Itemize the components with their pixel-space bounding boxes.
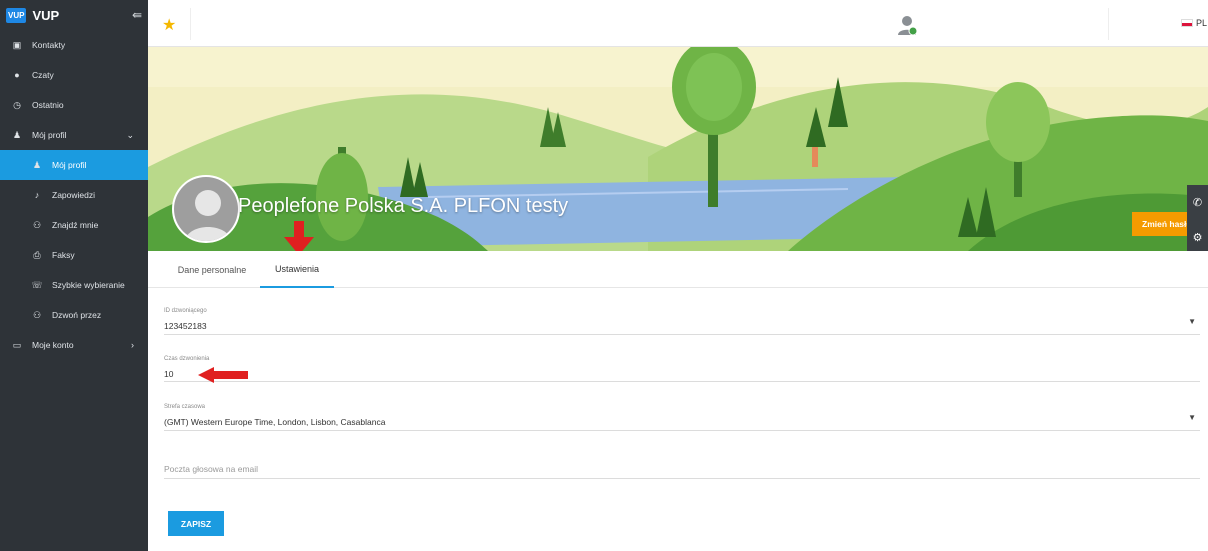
- caret-down-icon: ▼: [1188, 413, 1196, 422]
- chevron-down-icon: ⌄: [126, 129, 134, 140]
- sidebar-item-label: Szybkie wybieranie: [52, 280, 125, 290]
- call-through-icon: ⚇: [32, 309, 42, 320]
- sidebar-item-my-profile[interactable]: ♟ Mój profil: [0, 150, 148, 180]
- ring-time-field[interactable]: Czas dzwonienia 10: [164, 356, 1200, 382]
- tab-personal-data[interactable]: Dane personalne: [164, 251, 260, 288]
- field-value: 123452183: [164, 321, 207, 331]
- sidebar-item-call-through[interactable]: ⚇ Dzwoń przez: [0, 300, 148, 330]
- gear-icon[interactable]: ⚙: [1193, 231, 1203, 244]
- fax-icon: ⎙: [33, 249, 41, 260]
- divider: [190, 8, 191, 40]
- user-icon: ♟: [32, 159, 42, 170]
- caller-id-select[interactable]: ID dzwoniącego 123452183 ▼: [164, 308, 1200, 335]
- field-label: Czas dzwonienia: [164, 356, 210, 362]
- sidebar-item-label: Dzwoń przez: [52, 310, 102, 320]
- sidebar-item-contacts[interactable]: ▣ Kontakty: [0, 30, 148, 60]
- speed-dial-icon: ☏: [31, 279, 43, 290]
- voicemail-email-input[interactable]: Poczta głosowa na email: [164, 464, 1200, 479]
- sidebar-item-faxes[interactable]: ⎙ Faksy: [0, 240, 148, 270]
- field-label: ID dzwoniącego: [164, 308, 207, 314]
- star-icon[interactable]: ★: [162, 15, 176, 35]
- divider: [1108, 8, 1109, 40]
- account-icon: ▭: [12, 339, 22, 350]
- sidebar-item-label: Mój profil: [52, 160, 87, 170]
- timezone-select[interactable]: Strefa czasowa (GMT) Western Europe Time…: [164, 404, 1200, 431]
- chevron-right-icon: ›: [131, 340, 134, 350]
- sidebar-item-label: Ostatnio: [32, 100, 64, 110]
- side-toolbar: ✆ ⚙: [1187, 185, 1208, 255]
- annotation-arrow-down: [284, 221, 314, 251]
- profile-name: Peoplefone Polska S.A. PLFON testy: [238, 195, 569, 217]
- caret-down-icon: ▼: [1188, 317, 1196, 326]
- top-bar: ★ PL: [148, 0, 1208, 47]
- field-value: 10: [164, 369, 174, 379]
- tab-settings[interactable]: Ustawienia: [260, 251, 334, 288]
- field-placeholder: Poczta głosowa na email: [164, 464, 259, 474]
- sidebar: VUP VUP ⇚ ▣ Kontakty ● Czaty ◷ Ostatnio …: [0, 0, 148, 551]
- user-icon: ♟: [12, 129, 22, 140]
- sidebar-item-label: Mój profil: [32, 130, 67, 140]
- sidebar-item-find-me[interactable]: ⚇ Znajdź mnie: [0, 210, 148, 240]
- sidebar-item-recent[interactable]: ◷ Ostatnio: [0, 90, 148, 120]
- profile-avatar[interactable]: [172, 175, 240, 243]
- sidebar-item-label: Znajdź mnie: [52, 220, 99, 230]
- sidebar-item-speed-dial[interactable]: ☏ Szybkie wybieranie: [0, 270, 148, 300]
- sidebar-header: VUP VUP ⇚: [0, 0, 148, 30]
- app-title: VUP: [32, 7, 60, 23]
- collapse-menu-icon[interactable]: ⇚: [132, 8, 142, 22]
- language-selector[interactable]: PL: [1181, 18, 1207, 28]
- annotation-arrow-left: [198, 367, 248, 383]
- chat-icon: ●: [14, 70, 20, 80]
- clock-icon: ◷: [13, 99, 21, 110]
- sidebar-item-my-profile-group[interactable]: ♟ Mój profil ⌄: [0, 120, 148, 150]
- logo-badge: VUP: [6, 7, 27, 23]
- sidebar-item-label: Kontakty: [32, 40, 66, 50]
- user-status-avatar[interactable]: [896, 14, 918, 36]
- music-note-icon: ♪: [34, 190, 40, 200]
- sidebar-item-label: Faksy: [52, 250, 75, 260]
- field-value: (GMT) Western Europe Time, London, Lisbo…: [164, 417, 386, 427]
- sidebar-item-my-account[interactable]: ▭ Moje konto ›: [0, 330, 148, 360]
- users-icon: ⚇: [32, 219, 42, 230]
- sidebar-item-label: Czaty: [32, 70, 54, 80]
- sidebar-item-label: Zapowiedzi: [52, 190, 95, 200]
- save-button[interactable]: ZAPISZ: [168, 511, 224, 536]
- sidebar-item-announcements[interactable]: ♪ Zapowiedzi: [0, 180, 148, 210]
- field-label: Strefa czasowa: [164, 404, 206, 410]
- profile-tabs: Dane personalne Ustawienia: [148, 251, 1208, 288]
- language-label: PL: [1196, 18, 1208, 28]
- sidebar-item-chats[interactable]: ● Czaty: [0, 60, 148, 90]
- contacts-icon: ▣: [12, 39, 22, 50]
- profile-banner: Peoplefone Polska S.A. PLFON testy Zmień…: [148, 47, 1208, 251]
- settings-form: ID dzwoniącego 123452183 ▼ Czas dzwonien…: [148, 288, 1208, 551]
- sidebar-item-label: Moje konto: [32, 340, 74, 350]
- flag-pl-icon: [1181, 19, 1193, 27]
- phone-icon[interactable]: ✆: [1193, 196, 1202, 209]
